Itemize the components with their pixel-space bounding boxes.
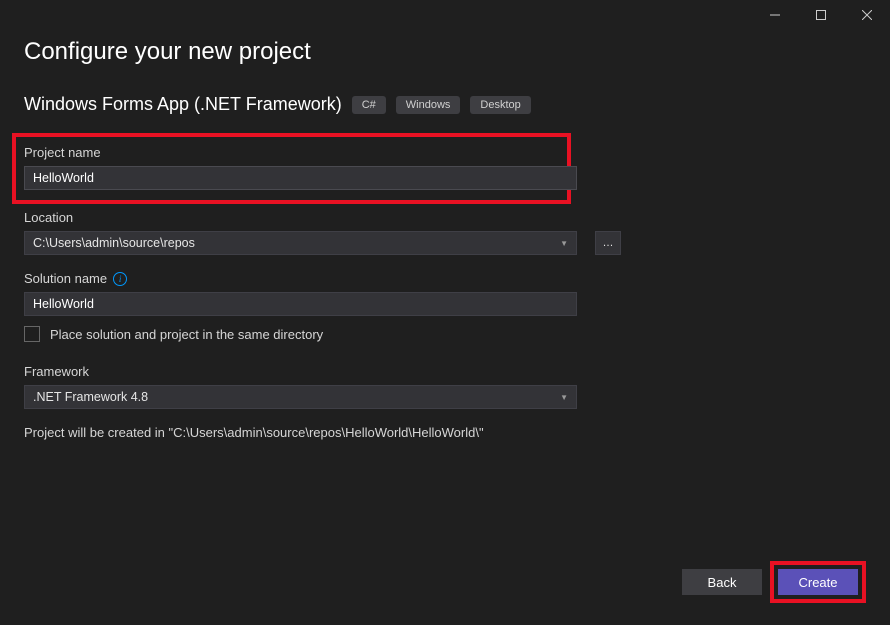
template-name: Windows Forms App (.NET Framework) — [24, 94, 342, 115]
solution-name-label: Solution name i — [24, 271, 866, 286]
solution-name-group: Solution name i Place solution and proje… — [24, 271, 866, 342]
dialog-footer: Back Create — [682, 561, 866, 603]
chevron-down-icon: ▼ — [560, 393, 568, 402]
creation-path-summary: Project will be created in "C:\Users\adm… — [24, 425, 866, 440]
framework-group: Framework .NET Framework 4.8 ▼ — [24, 364, 866, 409]
framework-label: Framework — [24, 364, 866, 379]
minimize-button[interactable] — [752, 0, 798, 30]
project-name-input[interactable] — [24, 166, 577, 190]
project-name-group: Project name — [12, 133, 571, 204]
framework-dropdown[interactable]: .NET Framework 4.8 ▼ — [24, 385, 577, 409]
solution-name-input[interactable] — [24, 292, 577, 316]
same-directory-row: Place solution and project in the same d… — [24, 326, 866, 342]
location-label: Location — [24, 210, 866, 225]
framework-value: .NET Framework 4.8 — [33, 390, 148, 404]
tag-platform: Windows — [396, 96, 461, 114]
chevron-down-icon: ▼ — [560, 239, 568, 248]
same-directory-label: Place solution and project in the same d… — [50, 327, 323, 342]
maximize-button[interactable] — [798, 0, 844, 30]
create-button-highlight: Create — [770, 561, 866, 603]
create-button[interactable]: Create — [778, 569, 858, 595]
location-value: C:\Users\admin\source\repos — [33, 236, 195, 250]
same-directory-checkbox[interactable] — [24, 326, 40, 342]
back-button[interactable]: Back — [682, 569, 762, 595]
close-button[interactable] — [844, 0, 890, 30]
browse-button[interactable]: … — [595, 231, 621, 255]
location-dropdown[interactable]: C:\Users\admin\source\repos ▼ — [24, 231, 577, 255]
tag-language: C# — [352, 96, 386, 114]
info-icon[interactable]: i — [113, 272, 127, 286]
dialog-content: Configure your new project Windows Forms… — [0, 30, 890, 440]
location-group: Location C:\Users\admin\source\repos ▼ … — [24, 210, 866, 255]
window-titlebar — [0, 0, 890, 30]
template-subheader: Windows Forms App (.NET Framework) C# Wi… — [24, 94, 866, 115]
solution-name-label-text: Solution name — [24, 271, 107, 286]
tag-type: Desktop — [470, 96, 530, 114]
page-title: Configure your new project — [24, 38, 866, 66]
project-name-label: Project name — [24, 145, 559, 160]
